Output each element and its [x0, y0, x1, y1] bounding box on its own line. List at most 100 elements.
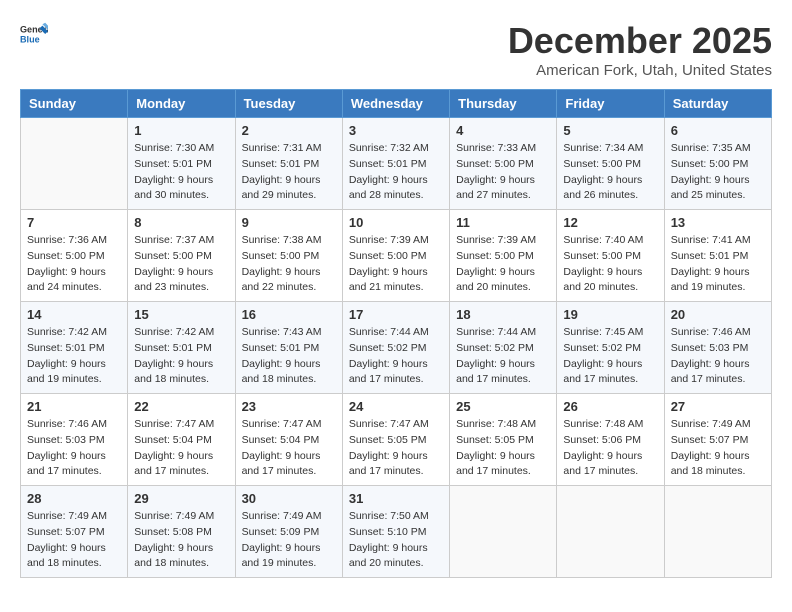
day-info: Sunrise: 7:49 AMSunset: 5:08 PMDaylight:…	[134, 509, 228, 572]
weekday-header-saturday: Saturday	[664, 90, 771, 118]
calendar-cell: 16 Sunrise: 7:43 AMSunset: 5:01 PMDayligh…	[235, 302, 342, 394]
week-row-2: 7 Sunrise: 7:36 AMSunset: 5:00 PMDaylight…	[21, 210, 772, 302]
calendar-cell: 29Sunrise: 7:49 AMSunset: 5:08 PMDayligh…	[128, 486, 235, 578]
day-number: 21	[27, 399, 121, 414]
calendar-cell: 11 Sunrise: 7:39 AMSunset: 5:00 PMDayligh…	[450, 210, 557, 302]
calendar-table: SundayMondayTuesdayWednesdayThursdayFrid…	[20, 89, 772, 578]
weekday-header-friday: Friday	[557, 90, 664, 118]
day-info: Sunrise: 7:44 AMSunset: 5:02 PMDaylight:…	[349, 325, 443, 388]
day-info: Sunrise: 7:48 AMSunset: 5:05 PMDaylight:…	[456, 417, 550, 480]
logo: General Blue	[20, 20, 48, 48]
day-number: 1	[134, 123, 228, 138]
day-number: 16	[242, 307, 336, 322]
week-row-4: 21Sunrise: 7:46 AMSunset: 5:03 PMDayligh…	[21, 394, 772, 486]
calendar-cell	[557, 486, 664, 578]
day-info: Sunrise: 7:46 AMSunset: 5:03 PMDaylight:…	[671, 325, 765, 388]
day-number: 17	[349, 307, 443, 322]
day-info: Sunrise: 7:43 AMSunset: 5:01 PMDaylight:…	[242, 325, 336, 388]
weekday-header-thursday: Thursday	[450, 90, 557, 118]
day-number: 6	[671, 123, 765, 138]
day-number: 31	[349, 491, 443, 506]
week-row-3: 14 Sunrise: 7:42 AMSunset: 5:01 PMDayligh…	[21, 302, 772, 394]
calendar-cell: 22Sunrise: 7:47 AMSunset: 5:04 PMDayligh…	[128, 394, 235, 486]
calendar-cell: 19 Sunrise: 7:45 AMSunset: 5:02 PMDayligh…	[557, 302, 664, 394]
calendar-cell	[21, 118, 128, 210]
day-info: Sunrise: 7:50 AMSunset: 5:10 PMDaylight:…	[349, 509, 443, 572]
day-number: 23	[242, 399, 336, 414]
day-info: Sunrise: 7:39 AMSunset: 5:00 PMDaylight:…	[456, 233, 550, 296]
day-info: Sunrise: 7:42 AMSunset: 5:01 PMDaylight:…	[27, 325, 121, 388]
day-info: Sunrise: 7:41 AMSunset: 5:01 PMDaylight:…	[671, 233, 765, 296]
day-info: Sunrise: 7:34 AMSunset: 5:00 PMDaylight:…	[563, 141, 657, 204]
week-row-1: 1 Sunrise: 7:30 AMSunset: 5:01 PMDaylight…	[21, 118, 772, 210]
calendar-cell: 27Sunrise: 7:49 AMSunset: 5:07 PMDayligh…	[664, 394, 771, 486]
day-number: 11	[456, 215, 550, 230]
calendar-cell: 9Sunrise: 7:38 AMSunset: 5:00 PMDaylight…	[235, 210, 342, 302]
day-info: Sunrise: 7:49 AMSunset: 5:07 PMDaylight:…	[27, 509, 121, 572]
calendar-cell: 5Sunrise: 7:34 AMSunset: 5:00 PMDaylight…	[557, 118, 664, 210]
day-info: Sunrise: 7:48 AMSunset: 5:06 PMDaylight:…	[563, 417, 657, 480]
calendar-cell: 23Sunrise: 7:47 AMSunset: 5:04 PMDayligh…	[235, 394, 342, 486]
calendar-cell	[450, 486, 557, 578]
day-number: 3	[349, 123, 443, 138]
calendar-cell: 15 Sunrise: 7:42 AMSunset: 5:01 PMDayligh…	[128, 302, 235, 394]
day-number: 20	[671, 307, 765, 322]
weekday-header-sunday: Sunday	[21, 90, 128, 118]
calendar-cell: 28 Sunrise: 7:49 AMSunset: 5:07 PMDayligh…	[21, 486, 128, 578]
weekday-header-wednesday: Wednesday	[342, 90, 449, 118]
calendar-cell: 17 Sunrise: 7:44 AMSunset: 5:02 PMDayligh…	[342, 302, 449, 394]
calendar-cell: 26 Sunrise: 7:48 AMSunset: 5:06 PMDayligh…	[557, 394, 664, 486]
calendar-cell: 6Sunrise: 7:35 AMSunset: 5:00 PMDaylight…	[664, 118, 771, 210]
calendar-cell: 2 Sunrise: 7:31 AMSunset: 5:01 PMDaylight…	[235, 118, 342, 210]
header: General Blue December 2025 American Fork…	[20, 20, 772, 79]
day-info: Sunrise: 7:36 AMSunset: 5:00 PMDaylight:…	[27, 233, 121, 296]
calendar-cell	[664, 486, 771, 578]
day-info: Sunrise: 7:32 AMSunset: 5:01 PMDaylight:…	[349, 141, 443, 204]
day-number: 12	[563, 215, 657, 230]
calendar-title: December 2025	[508, 20, 772, 62]
day-info: Sunrise: 7:42 AMSunset: 5:01 PMDaylight:…	[134, 325, 228, 388]
weekday-header-tuesday: Tuesday	[235, 90, 342, 118]
title-area: December 2025 American Fork, Utah, Unite…	[508, 20, 772, 79]
day-info: Sunrise: 7:40 AMSunset: 5:00 PMDaylight:…	[563, 233, 657, 296]
calendar-cell: 7 Sunrise: 7:36 AMSunset: 5:00 PMDaylight…	[21, 210, 128, 302]
day-info: Sunrise: 7:44 AMSunset: 5:02 PMDaylight:…	[456, 325, 550, 388]
day-number: 22	[134, 399, 228, 414]
day-number: 7	[27, 215, 121, 230]
day-info: Sunrise: 7:45 AMSunset: 5:02 PMDaylight:…	[563, 325, 657, 388]
day-number: 8	[134, 215, 228, 230]
day-info: Sunrise: 7:39 AMSunset: 5:00 PMDaylight:…	[349, 233, 443, 296]
day-number: 27	[671, 399, 765, 414]
calendar-cell: 18 Sunrise: 7:44 AMSunset: 5:02 PMDayligh…	[450, 302, 557, 394]
calendar-cell: 10Sunrise: 7:39 AMSunset: 5:00 PMDayligh…	[342, 210, 449, 302]
calendar-cell: 14 Sunrise: 7:42 AMSunset: 5:01 PMDayligh…	[21, 302, 128, 394]
day-info: Sunrise: 7:30 AMSunset: 5:01 PMDaylight:…	[134, 141, 228, 204]
day-number: 25	[456, 399, 550, 414]
calendar-cell: 4Sunrise: 7:33 AMSunset: 5:00 PMDaylight…	[450, 118, 557, 210]
day-info: Sunrise: 7:31 AMSunset: 5:01 PMDaylight:…	[242, 141, 336, 204]
day-number: 18	[456, 307, 550, 322]
day-info: Sunrise: 7:37 AMSunset: 5:00 PMDaylight:…	[134, 233, 228, 296]
day-number: 30	[242, 491, 336, 506]
day-number: 15	[134, 307, 228, 322]
day-number: 26	[563, 399, 657, 414]
calendar-cell: 12 Sunrise: 7:40 AMSunset: 5:00 PMDayligh…	[557, 210, 664, 302]
day-number: 14	[27, 307, 121, 322]
day-info: Sunrise: 7:49 AMSunset: 5:09 PMDaylight:…	[242, 509, 336, 572]
logo-icon: General Blue	[20, 20, 48, 48]
calendar-cell: 25 Sunrise: 7:48 AMSunset: 5:05 PMDayligh…	[450, 394, 557, 486]
calendar-cell: 13Sunrise: 7:41 AMSunset: 5:01 PMDayligh…	[664, 210, 771, 302]
day-number: 24	[349, 399, 443, 414]
day-info: Sunrise: 7:47 AMSunset: 5:05 PMDaylight:…	[349, 417, 443, 480]
day-number: 2	[242, 123, 336, 138]
weekday-header-monday: Monday	[128, 90, 235, 118]
calendar-cell: 3 Sunrise: 7:32 AMSunset: 5:01 PMDaylight…	[342, 118, 449, 210]
day-info: Sunrise: 7:33 AMSunset: 5:00 PMDaylight:…	[456, 141, 550, 204]
day-number: 28	[27, 491, 121, 506]
weekday-header-row: SundayMondayTuesdayWednesdayThursdayFrid…	[21, 90, 772, 118]
calendar-cell: 8 Sunrise: 7:37 AMSunset: 5:00 PMDaylight…	[128, 210, 235, 302]
week-row-5: 28 Sunrise: 7:49 AMSunset: 5:07 PMDayligh…	[21, 486, 772, 578]
calendar-cell: 31 Sunrise: 7:50 AMSunset: 5:10 PMDayligh…	[342, 486, 449, 578]
day-info: Sunrise: 7:38 AMSunset: 5:00 PMDaylight:…	[242, 233, 336, 296]
day-number: 19	[563, 307, 657, 322]
